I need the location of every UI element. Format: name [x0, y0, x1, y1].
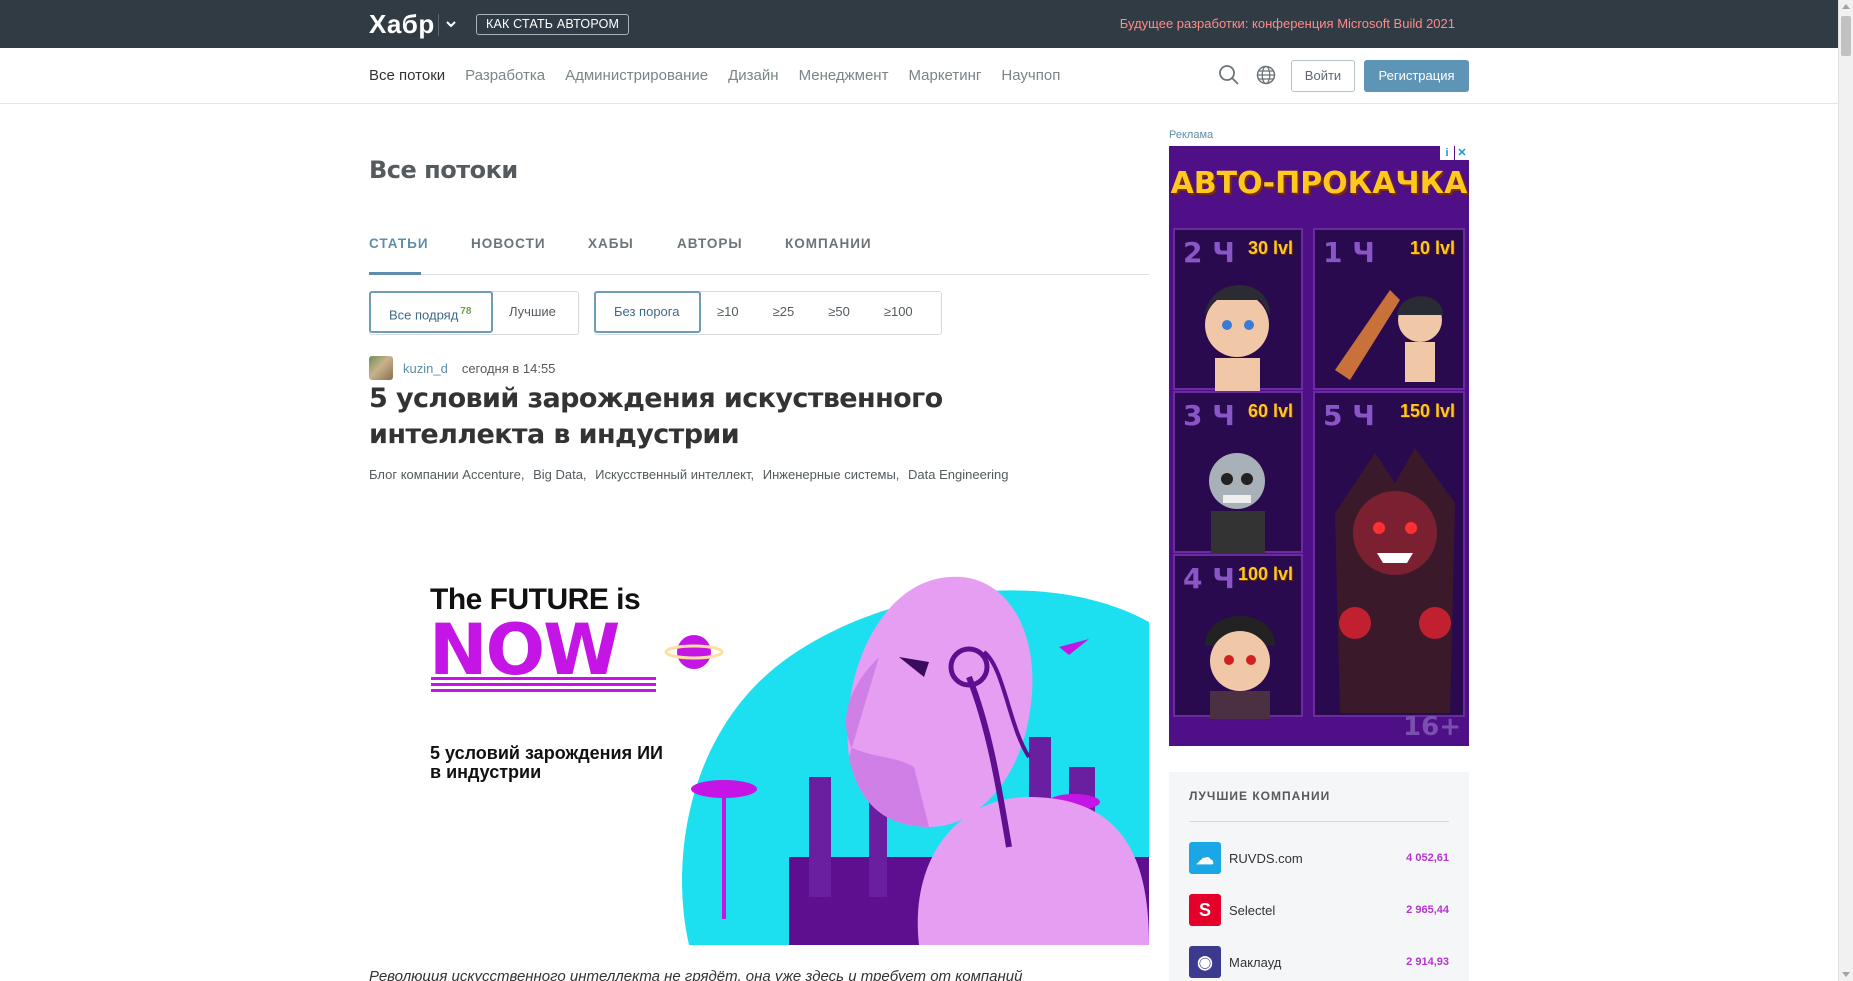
logo-divider — [438, 14, 439, 36]
scroll-down-icon[interactable] — [1842, 972, 1850, 977]
post-meta: kuzin_d сегодня в 14:55 — [369, 356, 555, 380]
character-icon — [1335, 290, 1443, 382]
ad-info-icon[interactable]: i — [1440, 146, 1454, 160]
hub-link[interactable]: Big Data, — [533, 467, 586, 482]
company-item[interactable]: S Selectel 2 965,44 — [1189, 894, 1449, 926]
tab-articles-label: СТАТЬИ — [369, 236, 429, 251]
character-icon — [1205, 616, 1275, 719]
tab-hubs[interactable]: ХАБЫ — [588, 236, 634, 251]
cover-subtitle-line2: в индустрии — [430, 762, 542, 782]
filter-all-label: Все подряд — [389, 307, 459, 323]
company-item[interactable]: ◉ Маклауд 2 914,93 — [1189, 946, 1449, 978]
avatar[interactable] — [369, 356, 393, 380]
page-scrollbar[interactable] — [1838, 0, 1853, 981]
character-icon — [1205, 285, 1270, 392]
page-title: Все потоки — [369, 156, 518, 184]
hub-link[interactable]: Инженерные системы, — [763, 467, 900, 482]
register-button[interactable]: Регистрация — [1364, 60, 1469, 92]
hub-link[interactable]: Блог компании Accenture, — [369, 467, 524, 482]
ad-cell: 1 Ч 10 lvl — [1313, 228, 1465, 390]
tab-active-underline — [369, 272, 421, 275]
ad-label: Реклама — [1169, 129, 1214, 141]
filter-threshold-25[interactable]: ≥25 — [756, 292, 812, 334]
post-author[interactable]: kuzin_d — [403, 361, 448, 376]
sort-filter-group: Все подряд 78 Лучшие — [369, 291, 579, 335]
nav-item-management[interactable]: Менеджмент — [799, 67, 889, 84]
divider — [1189, 821, 1449, 822]
cover-stripes — [431, 677, 656, 695]
company-name[interactable]: Маклауд — [1229, 955, 1406, 970]
hub-link[interactable]: Искусственный интеллект, — [595, 467, 754, 482]
globe-icon[interactable] — [1255, 64, 1277, 86]
tab-companies[interactable]: КОМПАНИИ — [785, 236, 872, 251]
article-cover-image[interactable]: The FUTURE is NOW 5 условий зарождения И… — [369, 527, 1149, 945]
filter-threshold-50[interactable]: ≥50 — [811, 292, 867, 334]
ad-title: АВТО-ПРОКАЧКА — [1170, 166, 1468, 201]
character-icon — [1209, 453, 1265, 555]
scroll-up-icon[interactable] — [1842, 4, 1850, 9]
company-name[interactable]: RUVDS.com — [1229, 851, 1406, 866]
top-bar: Хабр КАК СТАТЬ АВТОРОМ Будущее разработк… — [0, 0, 1838, 48]
new-count-badge: 78 — [460, 306, 472, 317]
login-button[interactable]: Войти — [1291, 60, 1355, 92]
filter-no-threshold[interactable]: Без порога — [594, 291, 701, 333]
promo-link[interactable]: Будущее разработки: конференция Microsof… — [1120, 16, 1455, 31]
character-icon — [1335, 448, 1455, 713]
tab-authors[interactable]: АВТОРЫ — [677, 236, 743, 251]
cover-subtitle: 5 условий зарождения ИИ в индустрии — [430, 744, 663, 782]
maklaud-logo-icon: ◉ — [1189, 946, 1221, 978]
ad-cell: 3 Ч 60 lvl — [1173, 391, 1303, 555]
selectel-logo-icon: S — [1189, 894, 1221, 926]
company-name[interactable]: Selectel — [1229, 903, 1406, 918]
nav-item-develop[interactable]: Разработка — [465, 67, 545, 84]
flow-nav: Все потоки Разработка Администрирование … — [369, 67, 1060, 84]
tab-news[interactable]: НОВОСТИ — [471, 236, 546, 251]
ad-close-icon[interactable]: ✕ — [1455, 146, 1469, 160]
top-companies-title: ЛУЧШИЕ КОМПАНИИ — [1189, 789, 1331, 803]
threshold-filter-group: Без порога ≥10 ≥25 ≥50 ≥100 — [594, 291, 942, 335]
filter-best[interactable]: Лучшие — [492, 292, 573, 334]
company-rating: 2 914,93 — [1406, 956, 1449, 968]
ad-banner[interactable]: i ✕ АВТО-ПРОКАЧКА 2 Ч 30 lvl 1 Ч 10 lvl … — [1169, 146, 1469, 746]
filter-threshold-10[interactable]: ≥10 — [700, 292, 756, 334]
tab-articles[interactable]: СТАТЬИ — [369, 236, 429, 275]
post-excerpt: Революция искусственного интеллекта не г… — [369, 968, 1023, 981]
nav-item-all[interactable]: Все потоки — [369, 67, 445, 84]
chevron-down-icon[interactable] — [445, 14, 457, 37]
filter-threshold-100[interactable]: ≥100 — [867, 292, 930, 334]
company-item[interactable]: ☁ RUVDS.com 4 052,61 — [1189, 842, 1449, 874]
habr-logo[interactable]: Хабр — [369, 9, 435, 40]
ad-age-rating: 16+ — [1403, 712, 1461, 742]
ad-cell: 4 Ч 100 lvl — [1173, 554, 1303, 719]
hub-link[interactable]: Data Engineering — [908, 467, 1008, 482]
nav-item-admin[interactable]: Администрирование — [565, 67, 708, 84]
scroll-thumb[interactable] — [1841, 16, 1851, 56]
filter-all[interactable]: Все подряд 78 — [369, 291, 493, 333]
search-icon[interactable] — [1218, 64, 1240, 86]
ad-cell: 2 Ч 30 lvl — [1173, 228, 1303, 392]
nav-item-design[interactable]: Дизайн — [728, 67, 778, 84]
top-companies-widget: ЛУЧШИЕ КОМПАНИИ ☁ RUVDS.com 4 052,61 S S… — [1169, 772, 1469, 981]
ad-cell: 5 Ч 150 lvl — [1313, 391, 1465, 717]
nav-item-popsci[interactable]: Научпоп — [1001, 67, 1060, 84]
company-rating: 4 052,61 — [1406, 852, 1449, 864]
post-hubs: Блог компании Accenture, Big Data, Искус… — [369, 467, 1014, 482]
post-title[interactable]: 5 условий зарождения искуственного интел… — [369, 381, 1109, 453]
ruvds-logo-icon: ☁ — [1189, 842, 1221, 874]
company-rating: 2 965,44 — [1406, 904, 1449, 916]
become-author-button[interactable]: КАК СТАТЬ АВТОРОМ — [476, 14, 630, 35]
nav-bar: Все потоки Разработка Администрирование … — [0, 48, 1838, 104]
content-tabs: СТАТЬИ НОВОСТИ ХАБЫ АВТОРЫ КОМПАНИИ — [369, 234, 1149, 275]
cover-subtitle-line1: 5 условий зарождения ИИ — [430, 743, 663, 763]
nav-item-marketing[interactable]: Маркетинг — [908, 67, 981, 84]
post-time: сегодня в 14:55 — [461, 360, 556, 376]
